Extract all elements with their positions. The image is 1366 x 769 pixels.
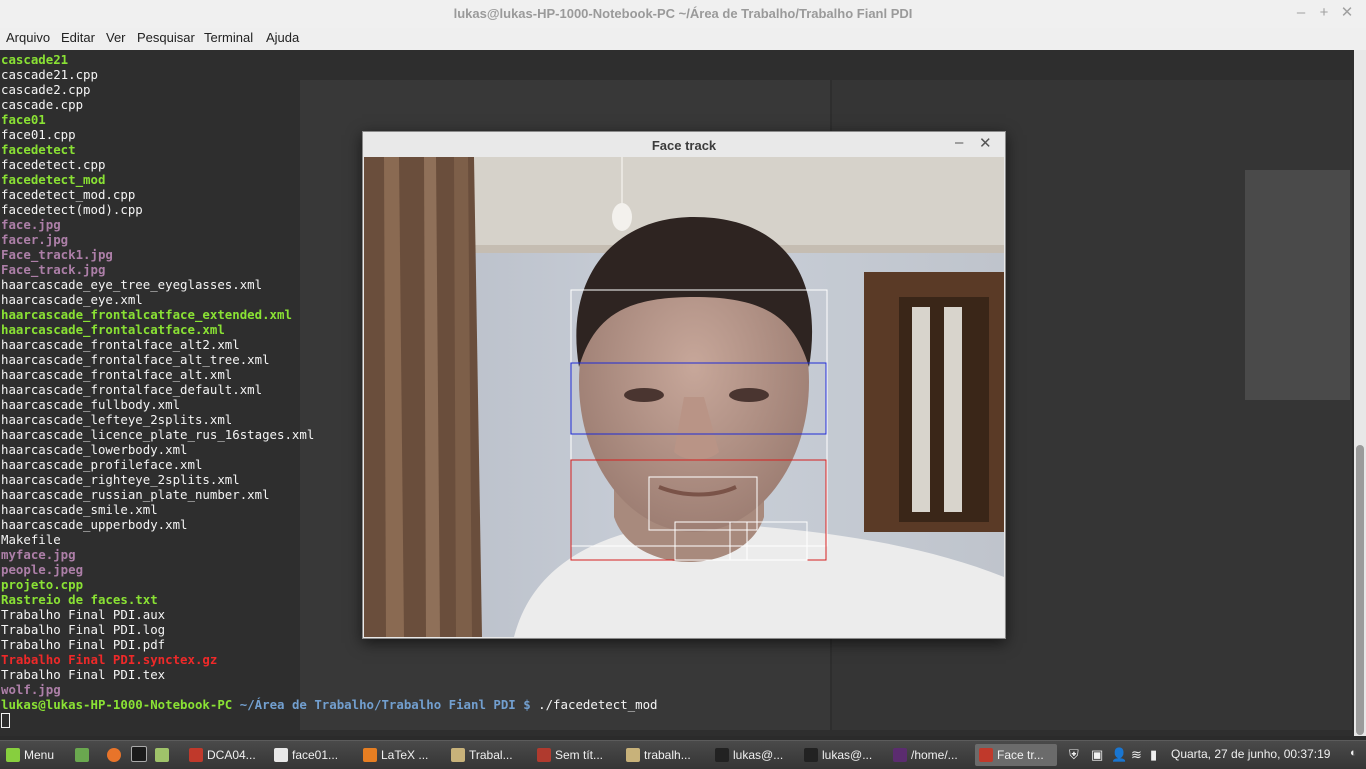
taskbar-window-button[interactable]: lukas@...: [711, 744, 794, 766]
cursor-line: [1, 712, 658, 728]
camera-frame: [364, 157, 1004, 637]
app-icon: [715, 748, 729, 762]
app-icon: [451, 748, 465, 762]
taskbar-window-label: Face tr...: [997, 748, 1044, 762]
file-entry: cascade21: [1, 52, 69, 67]
terminal-scrollbar[interactable]: [1354, 50, 1366, 736]
taskbar-window-label: LaTeX ...: [381, 748, 429, 762]
right-eye: [729, 388, 769, 402]
window-title: lukas@lukas-HP-1000-Notebook-PC ~/Área d…: [453, 6, 913, 21]
clipboard-icon[interactable]: ▣: [1091, 747, 1103, 763]
clock[interactable]: Quarta, 27 de junho, 00:37:19: [1171, 747, 1330, 761]
file-entry: cascade.cpp: [1, 97, 84, 112]
face-track-close-button[interactable]: ✕: [979, 134, 992, 152]
show-desktop-icon[interactable]: ◐: [1350, 747, 1357, 759]
taskbar-window-button[interactable]: Face tr...: [975, 744, 1057, 766]
user-icon[interactable]: 👤: [1111, 747, 1127, 763]
app-icon: [537, 748, 551, 762]
prompt-command: ./facedetect_mod: [538, 697, 658, 712]
taskbar-window-button[interactable]: face01...: [270, 744, 353, 766]
app-icon: [804, 748, 818, 762]
start-menu-label: Menu: [24, 748, 55, 762]
firefox-icon: [107, 748, 121, 762]
taskbar-window-button[interactable]: Trabal...: [447, 744, 527, 766]
shell-prompt-line: lukas@lukas-HP-1000-Notebook-PC ~/Área d…: [1, 697, 658, 712]
window-glass: [912, 307, 930, 512]
file-entry: Trabalho Final PDI.pdf: [1, 637, 166, 652]
taskbar-window-label: lukas@...: [733, 748, 784, 762]
firefox-launcher[interactable]: [105, 744, 123, 766]
app-icon: [363, 748, 377, 762]
menu-bar: Arquivo Editar Ver Pesquisar Terminal Aj…: [0, 28, 1366, 51]
close-button[interactable]: ✕: [1338, 4, 1356, 22]
file-entry: cascade2.cpp: [1, 82, 91, 97]
face-track-minimize-button[interactable]: –: [955, 134, 963, 151]
taskbar: Menu DCA04... face01... LaTeX ... Trabal...…: [0, 740, 1366, 769]
maximize-button[interactable]: +: [1315, 4, 1333, 22]
menu-pesquisar[interactable]: Pesquisar: [137, 30, 195, 45]
file-entry: wolf.jpg: [1, 682, 61, 697]
background-window: [1245, 170, 1350, 400]
face-track-title: Face track: [651, 138, 717, 153]
shield-icon[interactable]: ⛨: [1069, 747, 1079, 763]
taskbar-window-button[interactable]: /home/...: [889, 744, 969, 766]
menu-arquivo[interactable]: Arquivo: [6, 30, 50, 45]
app-icon: [626, 748, 640, 762]
file-entry: Trabalho Final PDI.synctex.gz: [1, 652, 218, 667]
menu-ajuda[interactable]: Ajuda: [266, 30, 299, 45]
show-desktop-button[interactable]: [73, 744, 91, 766]
taskbar-window-label: trabalh...: [644, 748, 691, 762]
taskbar-window-button[interactable]: lukas@...: [800, 744, 883, 766]
file-entry: Trabalho Final PDI.tex: [1, 667, 166, 682]
lamp: [612, 203, 632, 231]
face-track-window[interactable]: Face track – ✕: [362, 131, 1006, 639]
scrollbar-thumb[interactable]: [1356, 445, 1364, 735]
taskbar-window-label: Trabal...: [469, 748, 513, 762]
taskbar-window-button[interactable]: LaTeX ...: [359, 744, 441, 766]
menu-terminal[interactable]: Terminal: [204, 30, 253, 45]
desktop-icon: [75, 748, 89, 762]
start-menu-button[interactable]: Menu: [2, 744, 66, 766]
files-launcher[interactable]: [153, 744, 171, 766]
taskbar-window-label: DCA04...: [207, 748, 256, 762]
app-icon: [979, 748, 993, 762]
menu-editar[interactable]: Editar: [61, 30, 95, 45]
taskbar-window-button[interactable]: trabalh...: [622, 744, 704, 766]
battery-icon[interactable]: ▮: [1150, 747, 1157, 763]
wifi-icon[interactable]: ≋: [1131, 747, 1142, 763]
window-titlebar[interactable]: lukas@lukas-HP-1000-Notebook-PC ~/Área d…: [0, 0, 1366, 29]
text-cursor: [1, 713, 10, 728]
prompt-user: lukas@lukas-HP-1000-Notebook-PC: [1, 697, 233, 712]
terminal-launcher[interactable]: [130, 744, 148, 766]
app-icon: [274, 748, 288, 762]
mint-logo-icon: [6, 748, 20, 762]
taskbar-window-button[interactable]: Sem tít...: [533, 744, 616, 766]
taskbar-window-label: face01...: [292, 748, 339, 762]
window-glass: [944, 307, 962, 512]
app-icon: [189, 748, 203, 762]
taskbar-window-label: Sem tít...: [555, 748, 604, 762]
minimize-button[interactable]: –: [1292, 4, 1310, 22]
prompt-path: ~/Área de Trabalho/Trabalho Fianl PDI $: [239, 697, 531, 712]
taskbar-window-label: /home/...: [911, 748, 958, 762]
file-entry: cascade21.cpp: [1, 67, 98, 82]
taskbar-window-button[interactable]: DCA04...: [185, 744, 265, 766]
folder-icon: [155, 748, 169, 762]
file-entry: face01: [1, 112, 46, 127]
menu-ver[interactable]: Ver: [106, 30, 126, 45]
taskbar-window-label: lukas@...: [822, 748, 873, 762]
terminal-icon: [131, 746, 147, 762]
app-icon: [893, 748, 907, 762]
left-eye: [624, 388, 664, 402]
